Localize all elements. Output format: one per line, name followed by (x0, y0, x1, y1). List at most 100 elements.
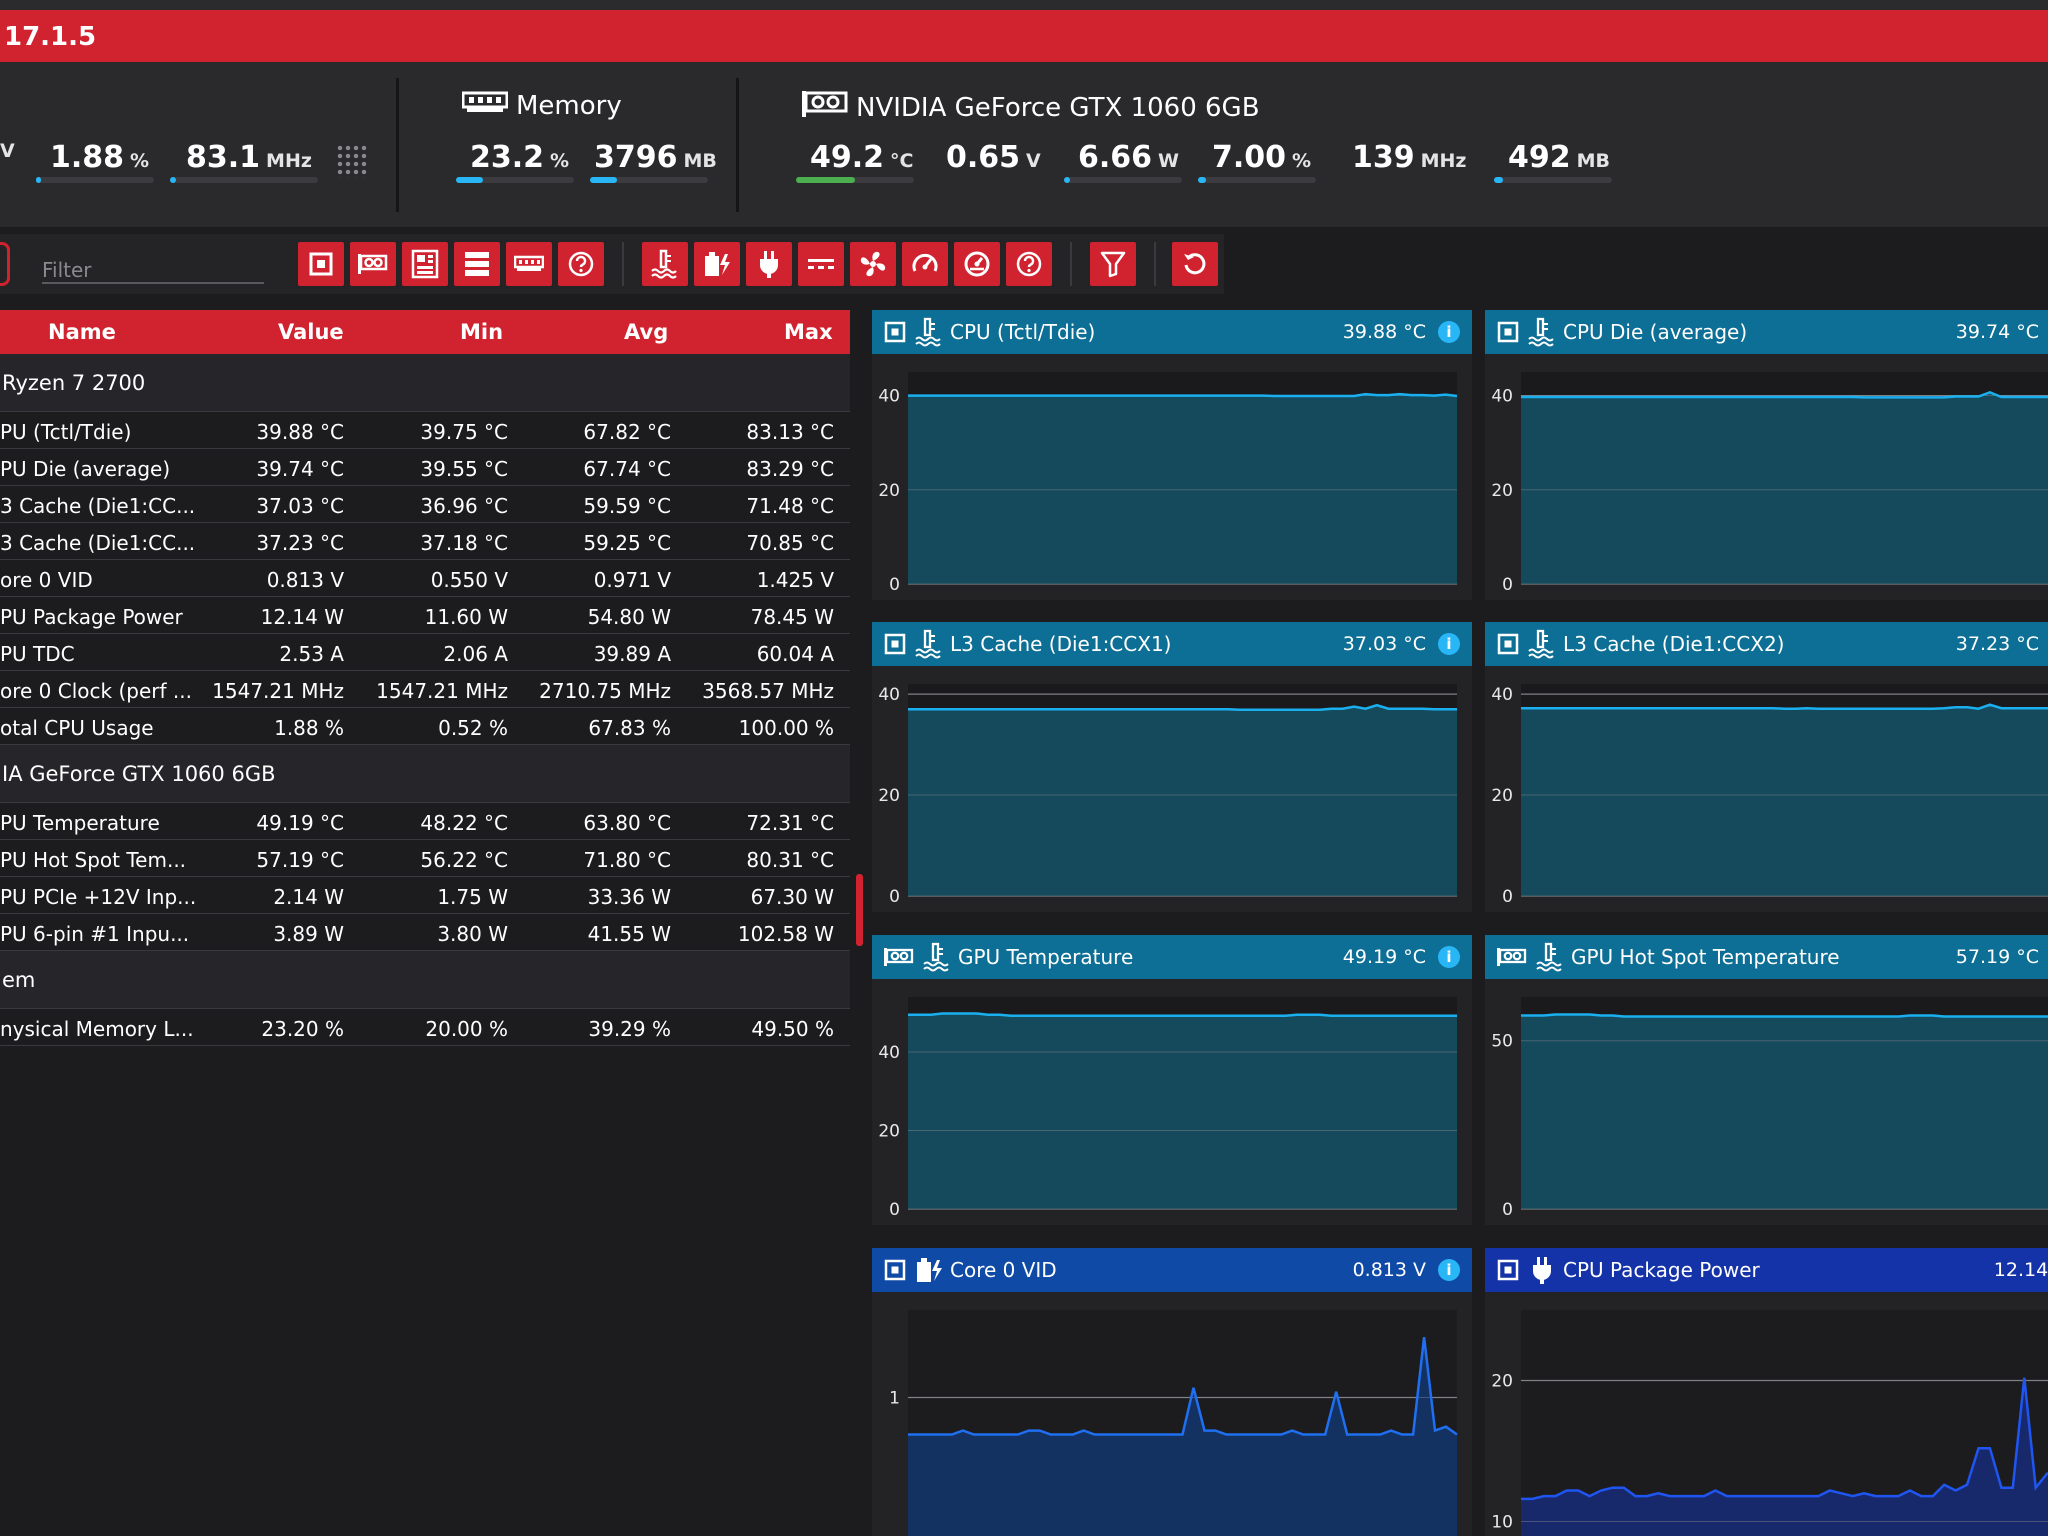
sensor-graph-panel[interactable]: GPU Temperature 49.19 °C i 40 20 0 (872, 935, 1472, 1225)
usage-filter-button[interactable] (954, 242, 1000, 286)
y-tick-label: 0 (889, 887, 900, 907)
table-row[interactable]: PU (Tctl/Tdie) 39.88 °C 39.75 °C 67.82 °C 83… (0, 412, 850, 449)
table-row[interactable]: otal CPU Usage 1.88 % 0.52 % 67.83 % 100.00 … (0, 708, 850, 745)
gpu-filter-button[interactable] (350, 242, 396, 286)
sensor-group-title: em (2, 968, 36, 992)
voltage-filter-button[interactable] (694, 242, 740, 286)
column-value[interactable]: Value (278, 320, 344, 344)
gpu-power-bar (1064, 177, 1182, 183)
current-filter-button[interactable] (798, 242, 844, 286)
temperature-filter-button[interactable] (642, 242, 688, 286)
table-row[interactable]: PU 6-pin #1 Inpu... 3.89 W 3.80 W 41.55 W 10… (0, 914, 850, 951)
sensor-name: PU Package Power (0, 605, 183, 629)
y-tick-label: 0 (1502, 1200, 1513, 1220)
sensor-max: 83.13 °C (746, 420, 834, 444)
other-sensors-filter-button[interactable] (1006, 242, 1052, 286)
series-area (1521, 392, 2048, 584)
table-row[interactable]: 3 Cache (Die1:CC... 37.03 °C 36.96 °C 59.59… (0, 486, 850, 523)
battery-bolt-icon (705, 252, 730, 276)
y-tick-label: 0 (1502, 887, 1513, 907)
clock-filter-button[interactable] (902, 242, 948, 286)
sensor-avg: 67.83 % (588, 716, 671, 740)
y-tick-label: 10 (1491, 1513, 1513, 1533)
sensor-min: 39.55 °C (420, 457, 508, 481)
other-devices-filter-button[interactable] (558, 242, 604, 286)
table-row[interactable]: PU PCIe +12V Inp... 2.14 W 1.75 W 33.36 W 67… (0, 877, 850, 914)
thermometer-icon (1527, 629, 1557, 659)
table-row[interactable]: PU Package Power 12.14 W 11.60 W 54.80 W 78.… (0, 597, 850, 634)
info-icon[interactable]: i (1438, 321, 1460, 343)
graph-panel-header[interactable]: GPU Temperature 49.19 °C i (872, 935, 1472, 979)
sensor-group-header[interactable]: Ryzen 7 2700 (0, 354, 850, 412)
table-row[interactable]: 3 Cache (Die1:CC... 37.23 °C 37.18 °C 59.25… (0, 523, 850, 560)
thermometer-icon (914, 629, 944, 659)
drives-filter-button[interactable] (454, 242, 500, 286)
sensor-graph-panel[interactable]: CPU (Tctl/Tdie) 39.88 °C i 40 20 0 (872, 310, 1472, 600)
speedometer-icon (912, 253, 938, 272)
graph-panel-header[interactable]: CPU Die (average)39.74 °Ci (1485, 310, 2048, 354)
filter-field[interactable] (42, 244, 264, 284)
info-icon[interactable]: i (1438, 633, 1460, 655)
gpu-load-bar (1198, 177, 1316, 183)
sensor-graph-panel[interactable]: L3 Cache (Die1:CCX2)37.23 °Ci40200 (1485, 622, 2048, 912)
column-name[interactable]: Name (48, 320, 116, 344)
sensor-value: 37.23 °C (256, 531, 344, 555)
sensor-avg: 33.36 W (587, 885, 671, 909)
y-tick-label: 40 (1491, 387, 1513, 407)
motherboard-icon (411, 249, 439, 279)
help-circle-icon (568, 251, 594, 277)
filter-toggle-button[interactable] (0, 242, 10, 286)
graph-panel-header[interactable]: Core 0 VID 0.813 V i (872, 1248, 1472, 1292)
thermometer-icon (651, 249, 677, 279)
sensor-max: 72.31 °C (746, 811, 834, 835)
cpu-cores-grid-icon[interactable] (336, 144, 368, 178)
sensor-value: 39.74 °C (256, 457, 344, 481)
sensor-graph-panel[interactable]: Core 0 VID 0.813 V i 10 (872, 1248, 1472, 1536)
sensor-avg: 54.80 W (587, 605, 671, 629)
sensor-graph-panel[interactable]: GPU Hot Spot Temperature57.19 °Ci 50 0 (1485, 935, 2048, 1225)
column-max[interactable]: Max (784, 320, 833, 344)
motherboard-filter-button[interactable] (402, 242, 448, 286)
table-row[interactable]: PU Temperature 49.19 °C 48.22 °C 63.80 °C 72… (0, 803, 850, 840)
graph-panel-title: L3 Cache (Die1:CCX2) (1563, 632, 1785, 656)
info-icon[interactable]: i (1438, 1259, 1460, 1281)
graph-panel-header[interactable]: L3 Cache (Die1:CCX2)37.23 °Ci (1485, 622, 2048, 666)
graph-panel-value: 37.03 °C (1342, 633, 1426, 655)
cpu-chip-icon (1497, 1259, 1519, 1281)
sensor-name: 3 Cache (Die1:CC... (0, 531, 196, 555)
reset-button[interactable] (1172, 242, 1218, 286)
power-plug-icon (760, 251, 778, 278)
graph-panel-value: 57.19 °C (1955, 946, 2039, 968)
filter-input[interactable] (42, 244, 264, 282)
y-tick-label: 50 (1491, 1032, 1513, 1052)
filter-funnel-button[interactable] (1090, 242, 1136, 286)
table-row[interactable]: PU Die (average) 39.74 °C 39.55 °C 67.74 °C… (0, 449, 850, 486)
graph-panel-header[interactable]: GPU Hot Spot Temperature57.19 °Ci (1485, 935, 2048, 979)
table-scrollbar-thumb[interactable] (856, 874, 863, 946)
fan-filter-button[interactable] (850, 242, 896, 286)
memory-filter-button[interactable] (506, 242, 552, 286)
dc-current-icon (808, 259, 834, 269)
sensor-name: 3 Cache (Die1:CC... (0, 494, 196, 518)
sensor-graph-panel[interactable]: CPU Die (average)39.74 °Ci40200 (1485, 310, 2048, 600)
info-icon[interactable]: i (1438, 946, 1460, 968)
column-avg[interactable]: Avg (624, 320, 668, 344)
y-tick-label: 1 (889, 1389, 900, 1409)
graph-panel-header[interactable]: CPU (Tctl/Tdie) 39.88 °C i (872, 310, 1472, 354)
table-row[interactable]: ore 0 VID 0.813 V 0.550 V 0.971 V 1.425 V (0, 560, 850, 597)
sensor-graph-panel[interactable]: L3 Cache (Die1:CCX1) 37.03 °C i 40 20 0 (872, 622, 1472, 912)
table-row[interactable]: PU Hot Spot Tem... 57.19 °C 56.22 °C 71.80 … (0, 840, 850, 877)
table-row[interactable]: PU TDC 2.53 A 2.06 A 39.89 A 60.04 A (0, 634, 850, 671)
power-filter-button[interactable] (746, 242, 792, 286)
sensor-value: 37.03 °C (256, 494, 344, 518)
graph-panel-header[interactable]: L3 Cache (Die1:CCX1) 37.03 °C i (872, 622, 1472, 666)
sensor-graph-panel[interactable]: CPU Package Power12.14 W2010 (1485, 1248, 2048, 1536)
sensor-group-header[interactable]: em (0, 951, 850, 1009)
y-tick-label: 20 (1491, 786, 1513, 806)
column-min[interactable]: Min (460, 320, 503, 344)
table-row[interactable]: ore 0 Clock (perf ... 1547.21 MHz 1547.21 … (0, 671, 850, 708)
cpu-filter-button[interactable] (298, 242, 344, 286)
table-row[interactable]: nysical Memory L... 23.20 % 20.00 % 39.29 %… (0, 1009, 850, 1046)
graph-panel-header[interactable]: CPU Package Power 12.14 W (1485, 1248, 2048, 1292)
sensor-group-header[interactable]: IA GeForce GTX 1060 6GB (0, 745, 850, 803)
